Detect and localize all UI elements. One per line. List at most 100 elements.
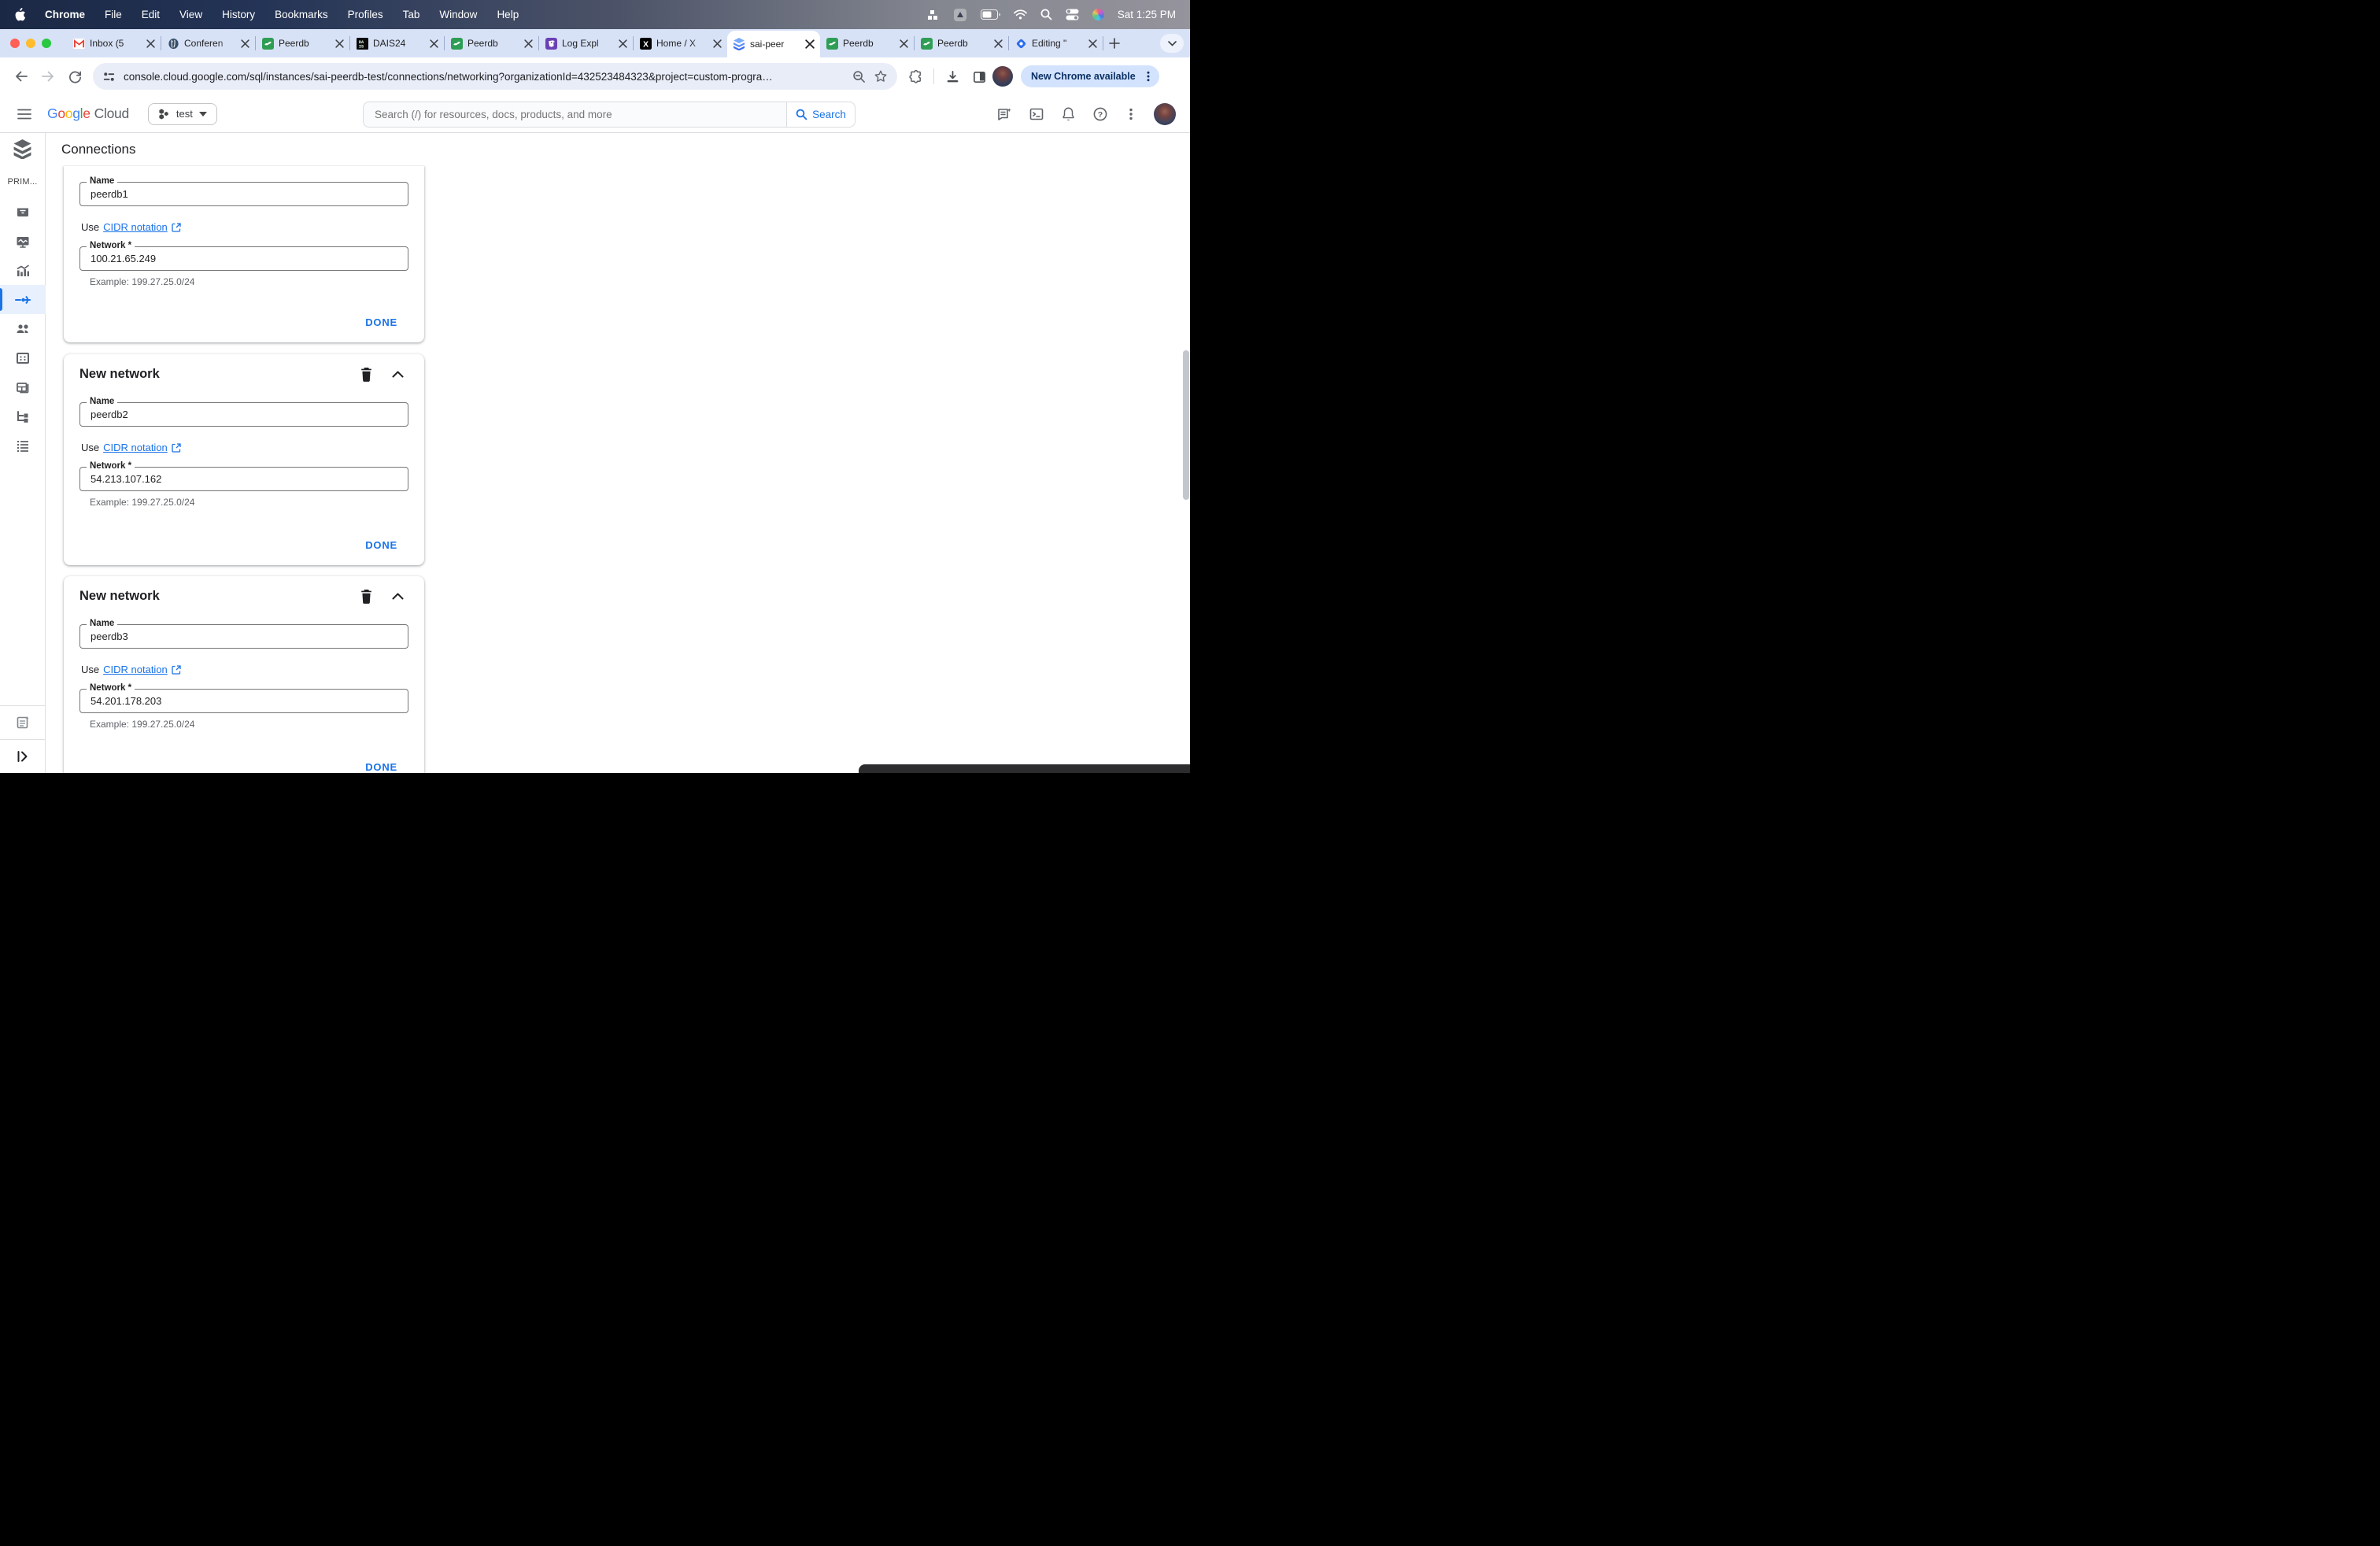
- cidr-notation-link[interactable]: CIDR notation: [103, 221, 168, 233]
- sidebar-item-databases[interactable]: [0, 343, 46, 372]
- cidr-notation-link[interactable]: CIDR notation: [103, 664, 168, 675]
- sidebar-release-notes[interactable]: [0, 705, 45, 739]
- address-bar[interactable]: console.cloud.google.com/sql/instances/s…: [93, 63, 897, 90]
- browser-profile-avatar[interactable]: [992, 66, 1013, 87]
- sidebar-item-overview[interactable]: [0, 198, 46, 227]
- chrome-update-chip[interactable]: New Chrome available: [1021, 65, 1159, 87]
- close-tab-icon[interactable]: [713, 39, 722, 48]
- menu-bookmarks[interactable]: Bookmarks: [275, 9, 328, 20]
- extensions-icon[interactable]: [902, 63, 929, 90]
- close-tab-icon[interactable]: [335, 39, 344, 48]
- tab-peerdb-3[interactable]: Peerdb: [820, 29, 914, 57]
- tab-x-home[interactable]: X Home / X: [634, 29, 727, 57]
- tab-dais24[interactable]: DA IS DAIS24: [350, 29, 444, 57]
- url-text[interactable]: console.cloud.google.com/sql/instances/s…: [124, 71, 844, 83]
- tab-peerdb-2[interactable]: Peerdb: [445, 29, 538, 57]
- new-tab-button[interactable]: [1103, 29, 1125, 57]
- spotlight-icon[interactable]: [1040, 9, 1052, 20]
- battery-icon[interactable]: [980, 9, 1000, 20]
- minimize-window-button[interactable]: [26, 39, 35, 48]
- bookmark-star-icon[interactable]: [874, 69, 888, 83]
- close-tab-icon[interactable]: [146, 39, 155, 48]
- project-selector[interactable]: test: [147, 102, 217, 125]
- done-button[interactable]: DONE: [365, 316, 397, 328]
- menu-view[interactable]: View: [179, 9, 202, 20]
- menu-profiles[interactable]: Profiles: [348, 9, 383, 20]
- account-avatar[interactable]: [1154, 102, 1176, 125]
- forward-button[interactable]: [35, 63, 61, 90]
- close-window-button[interactable]: [10, 39, 20, 48]
- wifi-icon[interactable]: [1013, 9, 1027, 20]
- sidebar-item-system-insights[interactable]: [0, 256, 46, 285]
- sidebar-item-users[interactable]: [0, 314, 46, 343]
- collapse-chevron-up-icon[interactable]: [392, 593, 404, 600]
- back-button[interactable]: [8, 63, 35, 90]
- tab-peerdb-1[interactable]: Peerdb: [256, 29, 349, 57]
- google-cloud-logo[interactable]: Go o g l e Cloud: [47, 105, 129, 122]
- tab-inbox[interactable]: Inbox (5: [67, 29, 161, 57]
- more-options-dots-icon[interactable]: [1125, 107, 1137, 121]
- sidebar-item-connections[interactable]: [0, 285, 46, 314]
- name-input[interactable]: [79, 624, 408, 649]
- control-center-icon[interactable]: [1066, 9, 1079, 20]
- side-panel-button[interactable]: [966, 63, 992, 90]
- cloud-sql-icon: [733, 38, 745, 50]
- close-tab-icon[interactable]: [1088, 39, 1097, 48]
- menu-file[interactable]: File: [105, 9, 122, 20]
- downloads-button[interactable]: [939, 63, 966, 90]
- close-tab-icon[interactable]: [619, 39, 627, 48]
- sidebar-item-observability[interactable]: [0, 227, 46, 256]
- tab-editing[interactable]: Editing ": [1009, 29, 1103, 57]
- cidr-notation-link[interactable]: CIDR notation: [103, 442, 168, 453]
- tab-sai-peerdb-active[interactable]: sai-peer: [727, 31, 820, 57]
- cloud-search-input[interactable]: [363, 102, 786, 128]
- menu-window[interactable]: Window: [439, 9, 477, 20]
- zoom-window-button[interactable]: [42, 39, 51, 48]
- sidebar-collapse-button[interactable]: [0, 739, 45, 773]
- zoom-out-icon[interactable]: [852, 70, 866, 83]
- network-field: Network *: [79, 461, 408, 491]
- menu-bar-clock[interactable]: Sat 1:25 PM: [1118, 9, 1176, 20]
- menu-history[interactable]: History: [222, 9, 255, 20]
- close-tab-icon[interactable]: [994, 39, 1003, 48]
- close-tab-icon[interactable]: [805, 39, 815, 49]
- notifications-bell-icon[interactable]: [1061, 106, 1076, 122]
- close-tab-icon[interactable]: [900, 39, 908, 48]
- menu-app-icon[interactable]: [953, 8, 967, 22]
- done-button[interactable]: DONE: [365, 761, 397, 773]
- page-scrollbar-thumb[interactable]: [1183, 350, 1189, 500]
- siri-icon[interactable]: [1092, 9, 1104, 20]
- reload-button[interactable]: [61, 63, 88, 90]
- close-tab-icon[interactable]: [524, 39, 533, 48]
- close-tab-icon[interactable]: [241, 39, 249, 48]
- tab-conference[interactable]: Conferen: [161, 29, 255, 57]
- delete-trash-icon[interactable]: [360, 367, 373, 382]
- delete-trash-icon[interactable]: [360, 589, 373, 604]
- name-input[interactable]: [79, 182, 408, 206]
- tab-peerdb-4[interactable]: Peerdb: [915, 29, 1008, 57]
- sidebar-item-backups[interactable]: [0, 372, 46, 401]
- cloud-search-button[interactable]: Search: [786, 102, 856, 128]
- help-icon[interactable]: ?: [1092, 106, 1108, 122]
- collapse-chevron-up-icon[interactable]: [392, 371, 404, 378]
- site-settings-icon[interactable]: [102, 70, 116, 83]
- collapse-panel-icon: [17, 751, 27, 762]
- tab-log-explorer[interactable]: Log Expl: [539, 29, 633, 57]
- stats-blocks-icon[interactable]: [927, 9, 940, 21]
- tab-search-chevron-button[interactable]: [1160, 34, 1184, 53]
- close-tab-icon[interactable]: [430, 39, 438, 48]
- sidebar-item-operations[interactable]: [0, 431, 46, 460]
- nav-menu-hamburger[interactable]: [11, 101, 38, 128]
- done-button[interactable]: DONE: [365, 539, 397, 551]
- apple-logo-icon[interactable]: [14, 8, 25, 21]
- browser-menu-dots-icon[interactable]: [1142, 70, 1155, 83]
- menu-edit[interactable]: Edit: [142, 9, 160, 20]
- name-input[interactable]: [79, 402, 408, 427]
- menu-tab[interactable]: Tab: [403, 9, 420, 20]
- menu-chrome[interactable]: Chrome: [45, 9, 85, 20]
- sidebar-item-replicas[interactable]: [0, 401, 46, 431]
- menu-help[interactable]: Help: [497, 9, 519, 20]
- cloud-shell-icon[interactable]: [1029, 106, 1044, 122]
- release-notes-icon[interactable]: [996, 106, 1012, 122]
- networks-scroll-area[interactable]: Name Use CIDR notation Network * Example…: [46, 165, 1190, 773]
